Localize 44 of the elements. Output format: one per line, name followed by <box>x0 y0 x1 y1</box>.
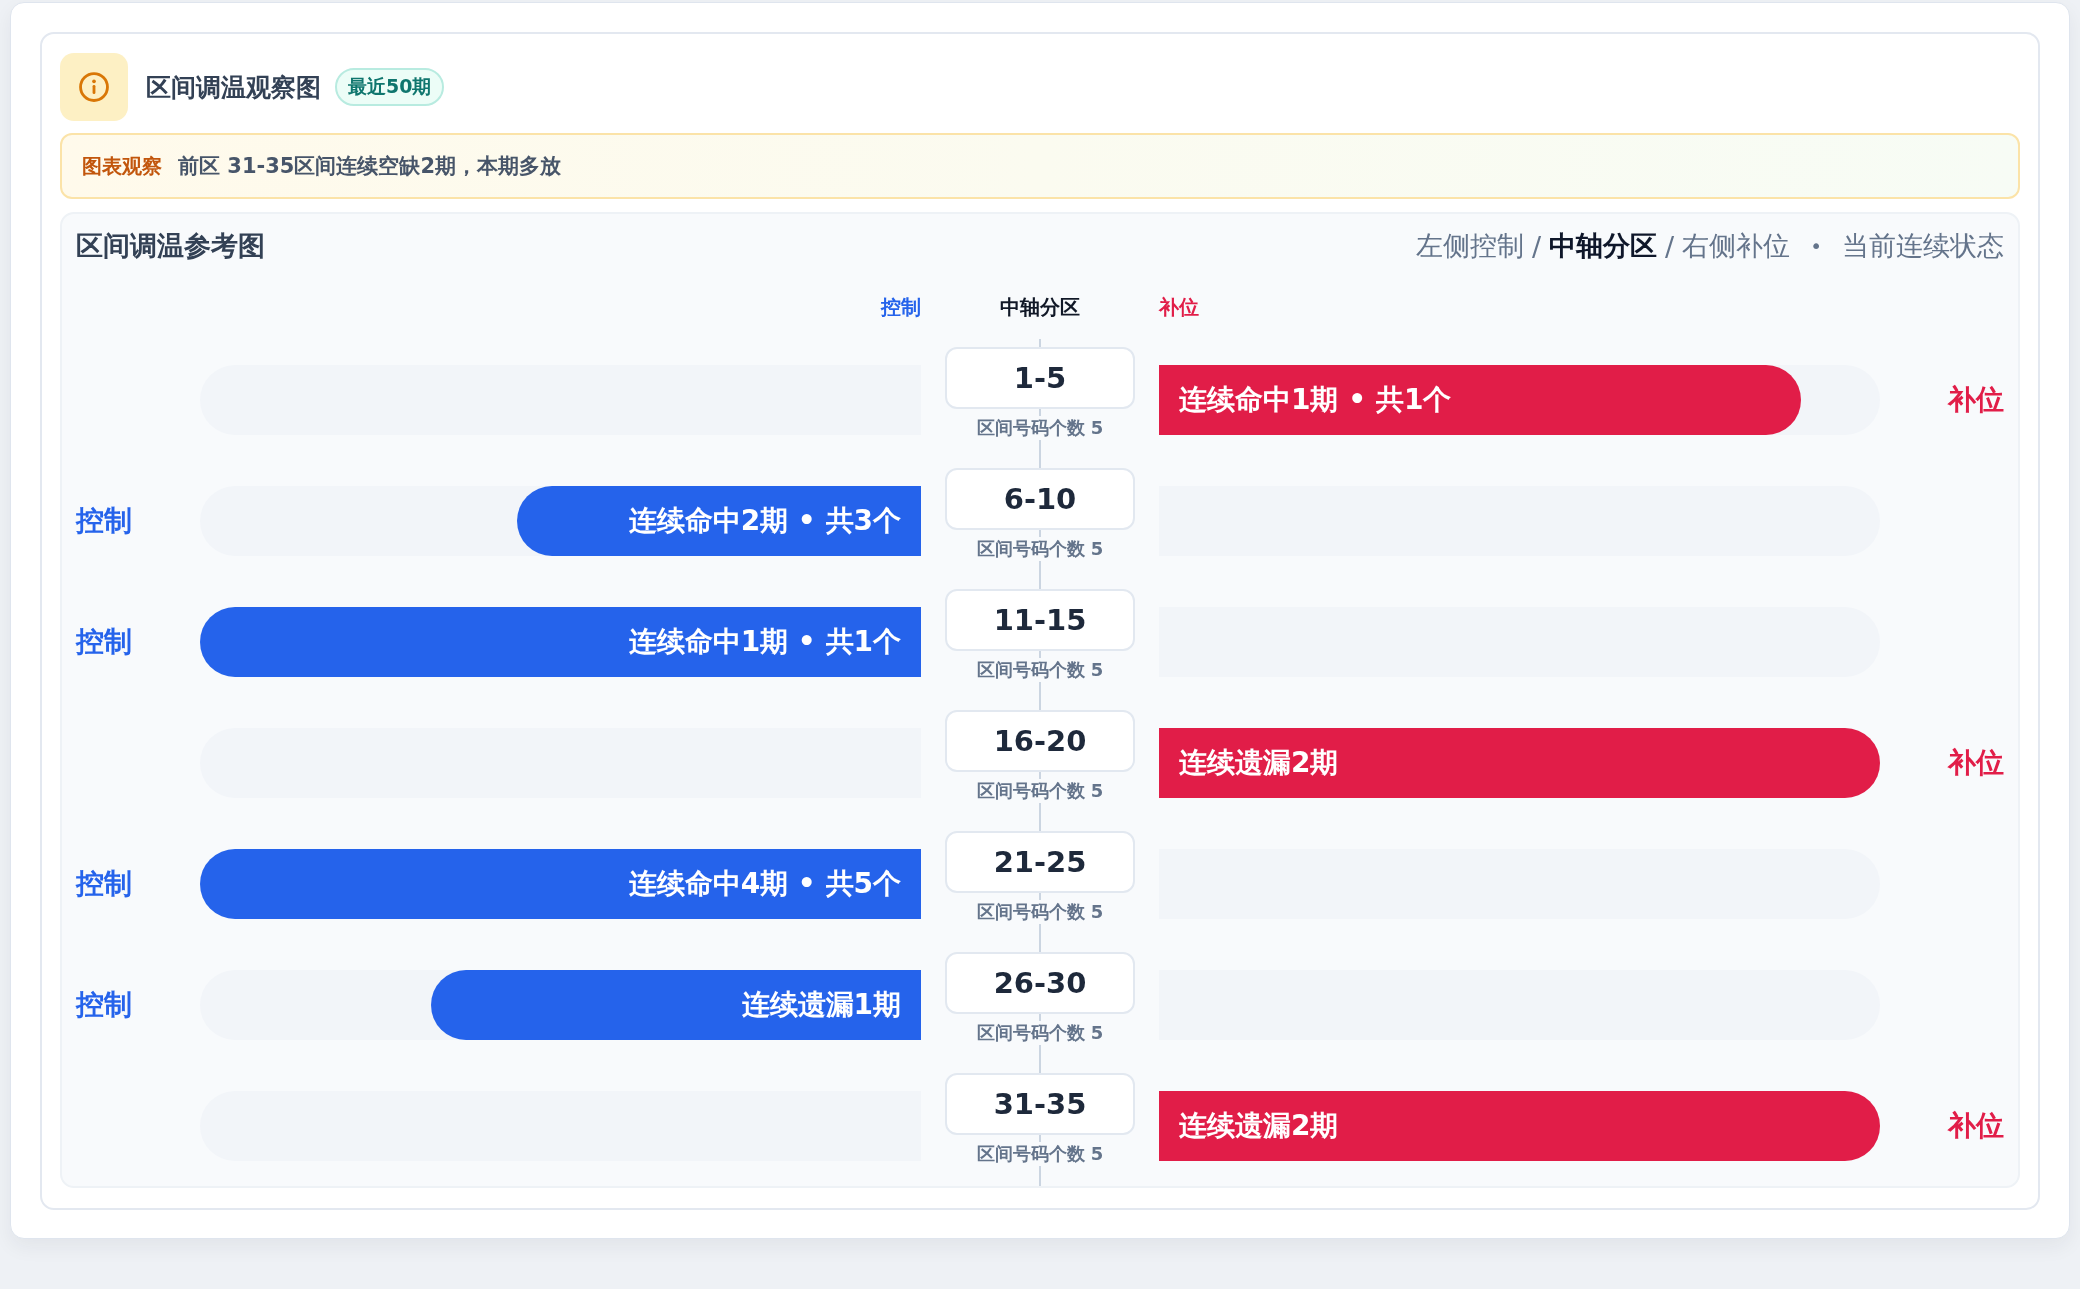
side-label: 补位 <box>1948 381 2004 418</box>
legend-item: 中轴分区 <box>1549 229 1658 263</box>
count-label: 区间号码个数 5 <box>976 658 1104 682</box>
status-bar: 连续命中2期 • 共3个 <box>517 485 921 556</box>
column-header: 补位 <box>1159 294 1200 321</box>
range-box: 16-20 <box>945 710 1135 772</box>
status-bar: 连续命中1期 • 共1个 <box>200 606 921 677</box>
legend-item: 右侧补位 <box>1682 229 1791 263</box>
separator-dot: • <box>1810 234 1822 258</box>
status-bar: 连续遗漏2期 <box>1159 727 1880 798</box>
panel-title: 区间调温参考图 <box>76 229 265 263</box>
side-label: 控制 <box>76 623 132 660</box>
count-label: 区间号码个数 5 <box>976 1021 1104 1045</box>
range-box: 21-25 <box>945 831 1135 893</box>
count-label: 区间号码个数 5 <box>976 416 1104 440</box>
count-label: 区间号码个数 5 <box>976 900 1104 924</box>
column-header: 控制 <box>881 294 921 321</box>
range-box: 26-30 <box>945 952 1135 1014</box>
count-label: 区间号码个数 5 <box>976 1142 1104 1166</box>
period-badge: 最近50期 <box>335 68 445 106</box>
separator: / <box>1532 230 1542 262</box>
legend-note: 当前连续状态 <box>1842 229 2004 263</box>
side-label: 补位 <box>1948 744 2004 781</box>
range-box: 31-35 <box>945 1073 1135 1135</box>
legend-item: 左侧控制 <box>1416 229 1524 263</box>
info-icon <box>60 53 128 121</box>
status-bar: 连续命中4期 • 共5个 <box>200 848 921 919</box>
count-label: 区间号码个数 5 <box>976 779 1104 803</box>
side-label: 控制 <box>76 986 132 1023</box>
side-label: 控制 <box>76 865 132 902</box>
range-box: 11-15 <box>945 589 1135 651</box>
separator: / <box>1665 230 1675 262</box>
status-bar: 连续命中1期 • 共1个 <box>1159 364 1801 435</box>
status-bar: 连续遗漏2期 <box>1159 1090 1880 1161</box>
side-label: 控制 <box>76 502 132 539</box>
column-header: 中轴分区 <box>1000 294 1080 321</box>
range-box: 1-5 <box>945 347 1135 409</box>
count-label: 区间号码个数 5 <box>976 537 1104 561</box>
card-title: 区间调温观察图 <box>146 71 321 104</box>
status-bar: 连续遗漏1期 <box>430 969 921 1040</box>
notice-label: 图表观察 <box>82 152 162 180</box>
side-label: 补位 <box>1948 1107 2004 1144</box>
range-box: 6-10 <box>945 468 1135 530</box>
notice-text: 前区 31-35区间连续空缺2期，本期多放 <box>178 153 562 180</box>
